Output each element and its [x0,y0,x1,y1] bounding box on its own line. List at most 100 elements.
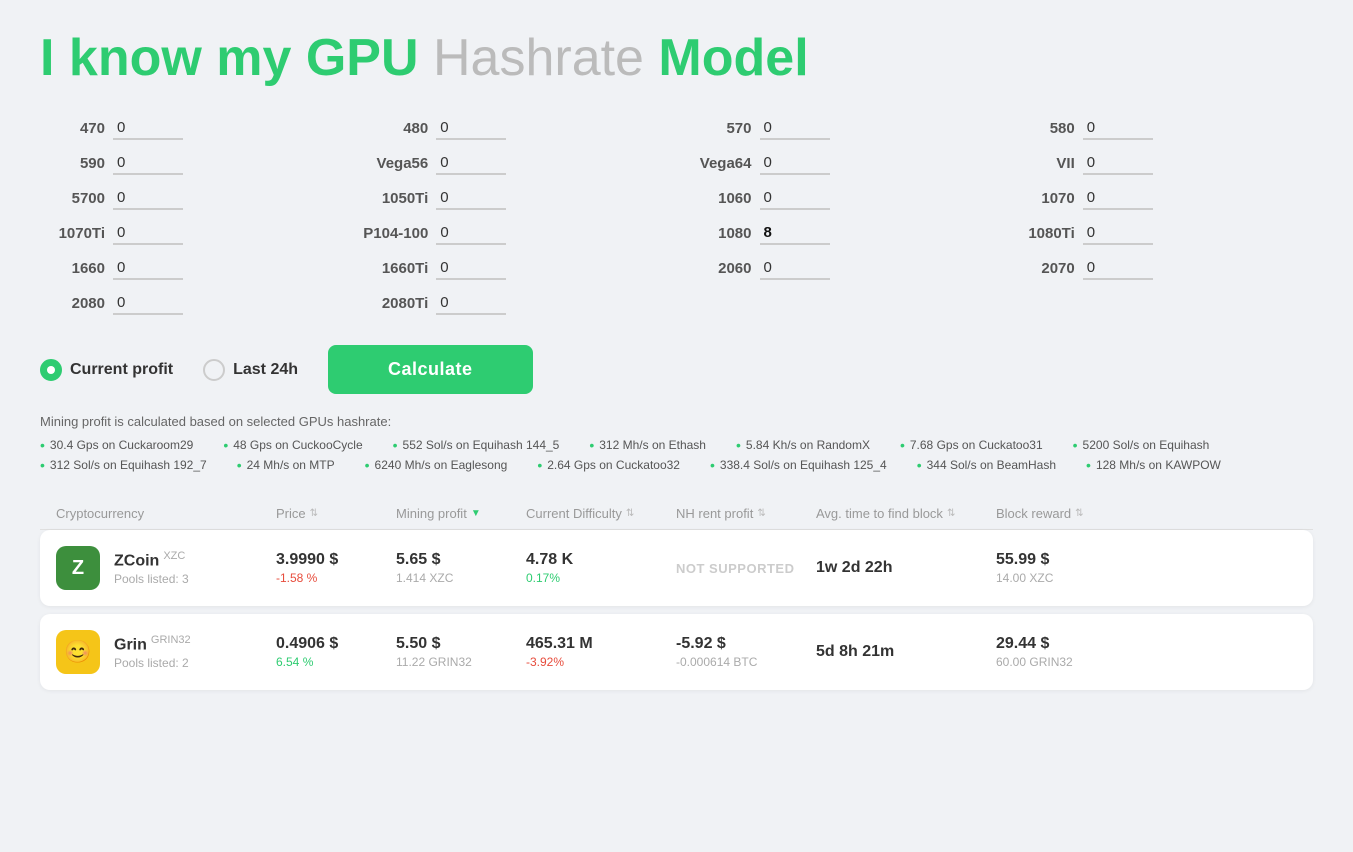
gpu-input[interactable] [760,222,830,245]
controls: Current profit Last 24h Calculate [40,345,1313,394]
difficulty-main: 4.78 K [526,551,676,569]
gpu-input[interactable] [1083,257,1153,280]
price-sub: -1.58 % [276,571,396,585]
nh-rent-main: -5.92 $ [676,635,816,653]
coin-ticker: XZC [163,550,185,562]
nh-rent-cell: -5.92 $ -0.000614 BTC [676,635,816,669]
gpu-input[interactable] [113,292,183,315]
coin-pools: Pools listed: 3 [114,572,189,586]
gpu-input[interactable] [436,187,506,210]
current-profit-option[interactable]: Current profit [40,359,173,381]
gpu-label: Vega56 [363,155,428,172]
current-profit-radio[interactable] [40,359,62,381]
table-row[interactable]: Z ZCoinXZC Pools listed: 3 3.9990 $ -1.5… [40,530,1313,606]
gpu-row-5700: 5700 [40,187,343,210]
block-reward-cell: 55.99 $ 14.00 XZC [996,551,1126,585]
sort-icon: ▼ [471,508,481,519]
gpu-input[interactable] [113,117,183,140]
profit-sub: 11.22 GRIN32 [396,655,526,669]
gpu-input[interactable] [760,187,830,210]
gpu-row-1660: 1660 [40,257,343,280]
table-header: CryptocurrencyPrice ⇅Mining profit ▼Curr… [40,498,1313,530]
block-reward-cell: 29.44 $ 60.00 GRIN32 [996,635,1126,669]
gpu-label: 1070 [1010,190,1075,207]
table-header-cell[interactable]: Avg. time to find block ⇅ [816,506,996,521]
gpu-label: 5700 [40,190,105,207]
gpu-row-2070: 2070 [1010,257,1313,280]
gpu-row-590: 590 [40,152,343,175]
profit-main: 5.65 $ [396,551,526,569]
gpu-input[interactable] [436,257,506,280]
gpu-input[interactable] [1083,187,1153,210]
gpu-label: Vega64 [687,155,752,172]
gpu-input[interactable] [1083,117,1153,140]
gpu-row-2060: 2060 [687,257,990,280]
gpu-label: P104-100 [363,225,428,242]
coin-info: GrinGRIN32 Pools listed: 2 [114,634,191,670]
profit-sub: 1.414 XZC [396,571,526,585]
coin-ticker: GRIN32 [151,634,191,646]
gpu-label: 2080 [40,295,105,312]
gpu-input[interactable] [113,257,183,280]
gpu-row-1070: 1070 [1010,187,1313,210]
gpu-input[interactable] [436,292,506,315]
block-reward-sub: 60.00 GRIN32 [996,655,1126,669]
profit-main: 5.50 $ [396,635,526,653]
calculate-button[interactable]: Calculate [328,345,533,394]
gpu-input[interactable] [113,152,183,175]
gpu-row-2080ti: 2080Ti [363,292,666,315]
gpu-row-580: 580 [1010,117,1313,140]
coin-name: ZCoinXZC [114,550,189,570]
sort-icon: ⇅ [947,508,955,519]
table-header-cell: Cryptocurrency [56,506,276,521]
gpu-input[interactable] [760,257,830,280]
gpu-input[interactable] [760,152,830,175]
table-header-cell[interactable]: Price ⇅ [276,506,396,521]
gpu-label: 2080Ti [363,295,428,312]
gpu-input[interactable] [436,152,506,175]
profit-cell: 5.50 $ 11.22 GRIN32 [396,635,526,669]
not-supported-label: NOT SUPPORTED [676,561,816,576]
block-reward-sub: 14.00 XZC [996,571,1126,585]
gpu-row-1050ti: 1050Ti [363,187,666,210]
coin-icon: 😊 [56,630,100,674]
gpu-label: 1660 [40,260,105,277]
gpu-row-vega56: Vega56 [363,152,666,175]
table-header-cell[interactable]: NH rent profit ⇅ [676,506,816,521]
gpu-input[interactable] [436,222,506,245]
table-header-cell[interactable]: Mining profit ▼ [396,506,526,521]
gpu-row-vii: VII [1010,152,1313,175]
coin-icon: Z [56,546,100,590]
gpu-input[interactable] [113,222,183,245]
gpu-input[interactable] [113,187,183,210]
hashrate-item: 24 Mh/s on MTP [237,457,335,473]
gpu-label: 570 [687,120,752,137]
hashrate-item: 5200 Sol/s on Equihash [1073,437,1210,453]
hashrate-item: 30.4 Gps on Cuckaroom29 [40,437,193,453]
sort-icon: ⇅ [1075,508,1083,519]
gpu-input[interactable] [436,117,506,140]
avg-time-main: 1w 2d 22h [816,559,996,577]
hashrate-item: 344 Sol/s on BeamHash [917,457,1056,473]
gpu-label: 1070Ti [40,225,105,242]
gpu-input[interactable] [760,117,830,140]
last-24h-radio[interactable] [203,359,225,381]
gpu-label: 2070 [1010,260,1075,277]
gpu-row-1080ti: 1080Ti [1010,222,1313,245]
gpu-input[interactable] [1083,152,1153,175]
last-24h-option[interactable]: Last 24h [203,359,298,381]
difficulty-sub: -3.92% [526,655,676,669]
table-row[interactable]: 😊 GrinGRIN32 Pools listed: 2 0.4906 $ 6.… [40,614,1313,690]
price-main: 0.4906 $ [276,635,396,653]
gpu-label: 590 [40,155,105,172]
hashrate-item: 128 Mh/s on KAWPOW [1086,457,1221,473]
gpu-grid: 470 480 570 580 590 Vega56 Vega64 VII 57… [40,117,1313,315]
coin-cell: 😊 GrinGRIN32 Pools listed: 2 [56,630,276,674]
gpu-row-1070ti: 1070Ti [40,222,343,245]
gpu-row-1080: 1080 [687,222,990,245]
gpu-row-vega64: Vega64 [687,152,990,175]
gpu-input[interactable] [1083,222,1153,245]
table-header-cell[interactable]: Block reward ⇅ [996,506,1126,521]
avg-time-main: 5d 8h 21m [816,643,996,661]
table-header-cell[interactable]: Current Difficulty ⇅ [526,506,676,521]
